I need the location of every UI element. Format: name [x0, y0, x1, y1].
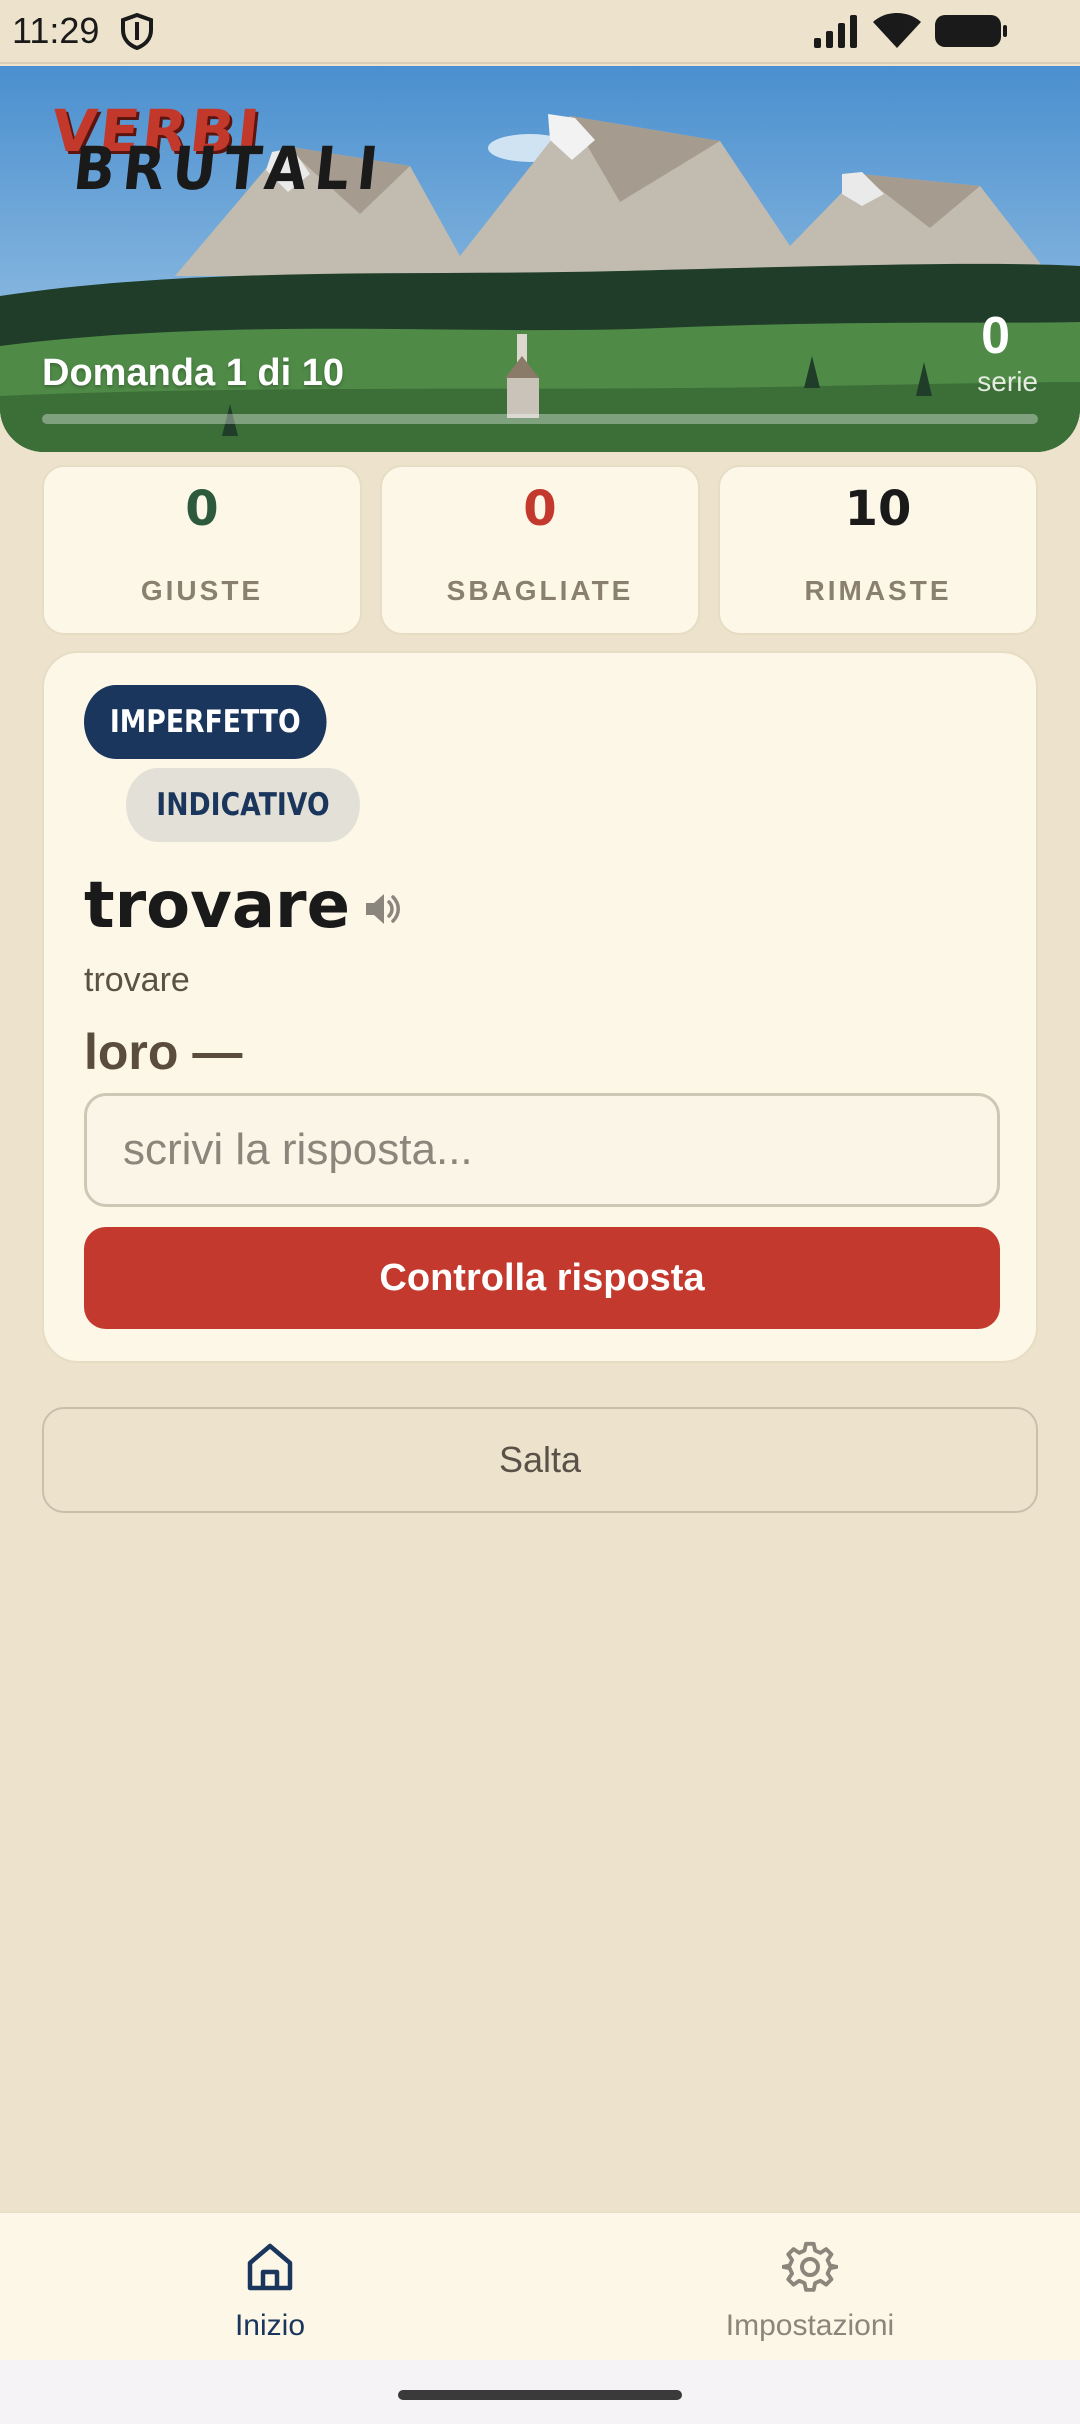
wrong-label: SBAGLIATE [446, 575, 634, 606]
home-gesture-bar[interactable] [398, 2390, 682, 2400]
app-logo: VERBI BRUTALI [48, 97, 390, 204]
answer-input[interactable] [84, 1093, 1000, 1207]
shield-icon [121, 12, 153, 50]
gear-icon [782, 2241, 838, 2292]
check-answer-button[interactable]: Controlla risposta [84, 1227, 1000, 1329]
stat-card-wrong: 0 SBAGLIATE [380, 465, 700, 635]
nav-label-settings: Impostazioni [725, 2309, 895, 2342]
remaining-label: RIMASTE [804, 575, 952, 606]
streak-label: serie [977, 366, 1038, 397]
gesture-area [0, 2360, 1080, 2424]
verb-infinitive: trovare [84, 869, 350, 943]
nav-label-home: Inizio [234, 2309, 306, 2342]
battery-icon [935, 15, 1007, 47]
stat-card-correct: 0 GIUSTE [42, 465, 362, 635]
progress-bar [42, 414, 1038, 424]
subject-pronoun: loro — [84, 1024, 243, 1080]
tense-badge: IMPERFETTO [84, 685, 327, 759]
signal-icon [814, 15, 857, 48]
speaker-icon[interactable] [362, 889, 402, 929]
home-icon [247, 2243, 293, 2291]
question-card: IMPERFETTO INDICATIVO trovare trovare lo… [42, 651, 1038, 1363]
mood-badge: INDICATIVO [126, 768, 360, 842]
wrong-count: 0 [523, 481, 557, 537]
correct-count: 0 [185, 481, 219, 537]
skip-button[interactable]: Salta [42, 1407, 1038, 1513]
remaining-count: 10 [844, 481, 912, 537]
correct-label: GIUSTE [140, 575, 264, 606]
status-time: 11:29 [12, 10, 100, 51]
hero-header: VERBI BRUTALI Domanda 1 di 10 0 serie [0, 66, 1080, 452]
stat-card-remaining: 10 RIMASTE [718, 465, 1038, 635]
nav-item-home[interactable]: Inizio [120, 2213, 420, 2361]
wifi-icon [873, 13, 921, 48]
nav-item-settings[interactable]: Impostazioni [660, 2213, 960, 2361]
question-counter: Domanda 1 di 10 [42, 352, 344, 394]
verb-translation: trovare [84, 961, 190, 999]
streak-count: 0 [981, 307, 1010, 365]
status-bar: 11:29 [0, 0, 1080, 64]
bottom-navigation: Inizio Impostazioni [0, 2212, 1080, 2360]
